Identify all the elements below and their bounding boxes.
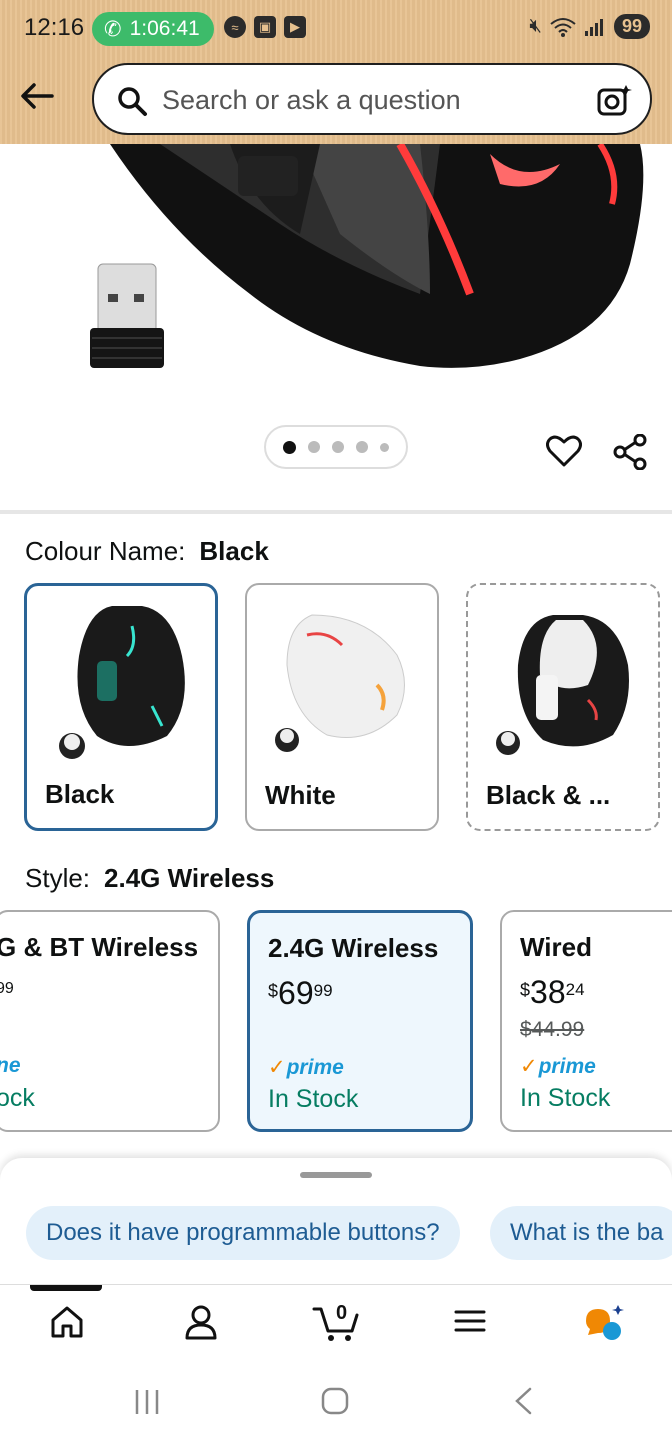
prime-label: prime — [286, 1056, 344, 1079]
call-timer: 1:06:41 — [129, 17, 200, 40]
style-option-price: 99 — [0, 980, 14, 998]
phone-icon: ✆ — [104, 17, 122, 41]
screenshot-icon: ▣ — [254, 16, 276, 38]
colour-option-label: Black & ... — [486, 780, 611, 810]
colour-selected-value: Black — [199, 536, 269, 566]
menu-icon[interactable] — [452, 1303, 488, 1339]
list-price: $44.99 — [520, 1018, 585, 1041]
colour-name-row: Colour Name: Black — [25, 536, 269, 567]
pagination-dot — [356, 441, 368, 453]
stock-status: In Stock — [520, 1084, 611, 1112]
youtube-icon: ▶ — [284, 16, 306, 38]
price-fraction: 24 — [565, 980, 585, 999]
status-bar: 12:16 ✆ 1:06:41 ≈ ▣ ▶ 🔇︎ 99 — [0, 0, 672, 58]
black-mouse-thumbnail — [59, 606, 185, 759]
black-white-mouse-thumbnail — [496, 615, 629, 755]
style-option-title: 2.4G Wireless — [268, 933, 439, 963]
stock-status: In Stock — [268, 1085, 359, 1113]
style-option-title: Wired — [520, 932, 592, 962]
account-icon[interactable] — [182, 1303, 220, 1341]
pagination-dot — [332, 441, 344, 453]
rufus-suggestions-sheet: Does it have programmable buttons? What … — [0, 1158, 672, 1284]
suggested-question-chip[interactable]: Does it have programmable buttons? — [26, 1206, 460, 1260]
share-icon[interactable] — [612, 434, 648, 470]
price-fraction: 99 — [0, 980, 14, 997]
back-arrow-icon[interactable] — [18, 78, 58, 114]
heart-icon[interactable] — [546, 434, 582, 468]
style-selected-value: 2.4G Wireless — [104, 863, 275, 893]
battery-indicator: 99 — [613, 14, 650, 39]
sheet-grab-handle[interactable] — [300, 1172, 372, 1178]
style-row: Style: 2.4G Wireless — [25, 863, 274, 894]
cart-count: 0 — [336, 1302, 348, 1324]
notification-icons: ≈ ▣ ▶ — [224, 16, 306, 38]
colour-label: Colour Name: — [25, 536, 186, 566]
signal-icon — [584, 18, 603, 36]
prime-badge: ✓prime — [520, 1054, 596, 1079]
ongoing-call-pill[interactable]: ✆ 1:06:41 — [92, 12, 214, 46]
style-option-2-4g-wireless[interactable]: 2.4G Wireless $6999 ✓prime In Stock — [247, 910, 473, 1132]
recent-apps-icon[interactable] — [132, 1388, 162, 1416]
wifi-icon — [550, 17, 576, 37]
white-mouse-thumbnail — [275, 614, 405, 752]
pagination-dot — [283, 440, 296, 454]
app-header: 12:16 ✆ 1:06:41 ≈ ▣ ▶ 🔇︎ 99 Search or as… — [0, 0, 672, 144]
style-option-bt-wireless[interactable]: G & BT Wireless 99 ne ock — [0, 910, 220, 1132]
prime-check-icon: ✓ — [520, 1055, 538, 1078]
system-status: 🔇︎ 99 — [529, 14, 650, 39]
price-whole: 69 — [278, 975, 314, 1011]
pagination-dot — [308, 441, 320, 453]
search-bar[interactable]: Search or ask a question — [92, 63, 652, 135]
colour-option-black[interactable]: Black — [24, 583, 218, 831]
suggested-question-chip[interactable]: What is the ba — [490, 1206, 672, 1260]
colour-option-black-and-white[interactable]: Black & ... — [466, 583, 660, 831]
messenger-icon: ≈ — [224, 16, 246, 38]
active-tab-indicator — [30, 1285, 102, 1291]
mute-icon: 🔇︎ — [529, 15, 542, 37]
image-pagination[interactable] — [264, 425, 408, 469]
style-option-wired[interactable]: Wired $3824 $44.99 ✓prime In Stock — [500, 910, 672, 1132]
home-icon[interactable] — [48, 1303, 86, 1341]
prime-label: prime — [538, 1055, 596, 1078]
prime-check-icon: ✓ — [268, 1056, 286, 1079]
stock-status: ock — [0, 1084, 35, 1112]
price-fraction: 99 — [313, 981, 333, 1000]
back-button-icon[interactable] — [510, 1386, 536, 1416]
prime-badge: ne — [0, 1054, 21, 1077]
system-navigation-bar — [0, 1362, 672, 1440]
status-time: 12:16 — [24, 14, 85, 41]
price-whole: 38 — [530, 974, 566, 1010]
colour-option-label: White — [265, 780, 336, 810]
colour-option-white[interactable]: White — [245, 583, 439, 831]
style-option-title: G & BT Wireless — [0, 932, 199, 962]
price-currency: $ — [268, 981, 279, 1001]
style-label: Style: — [25, 863, 91, 893]
colour-option-label: Black — [45, 779, 115, 809]
rufus-icon[interactable] — [582, 1303, 626, 1343]
price-currency: $ — [520, 980, 531, 1000]
home-button-icon[interactable] — [320, 1386, 350, 1416]
search-placeholder: Search or ask a question — [162, 85, 461, 115]
pagination-dot — [380, 442, 389, 452]
search-icon — [118, 87, 147, 116]
style-option-price: $3824 — [520, 974, 585, 1011]
style-option-price: $6999 — [268, 975, 333, 1012]
camera-lens-icon[interactable] — [596, 83, 632, 119]
section-divider — [0, 510, 672, 514]
prime-badge: ✓prime — [268, 1055, 344, 1080]
